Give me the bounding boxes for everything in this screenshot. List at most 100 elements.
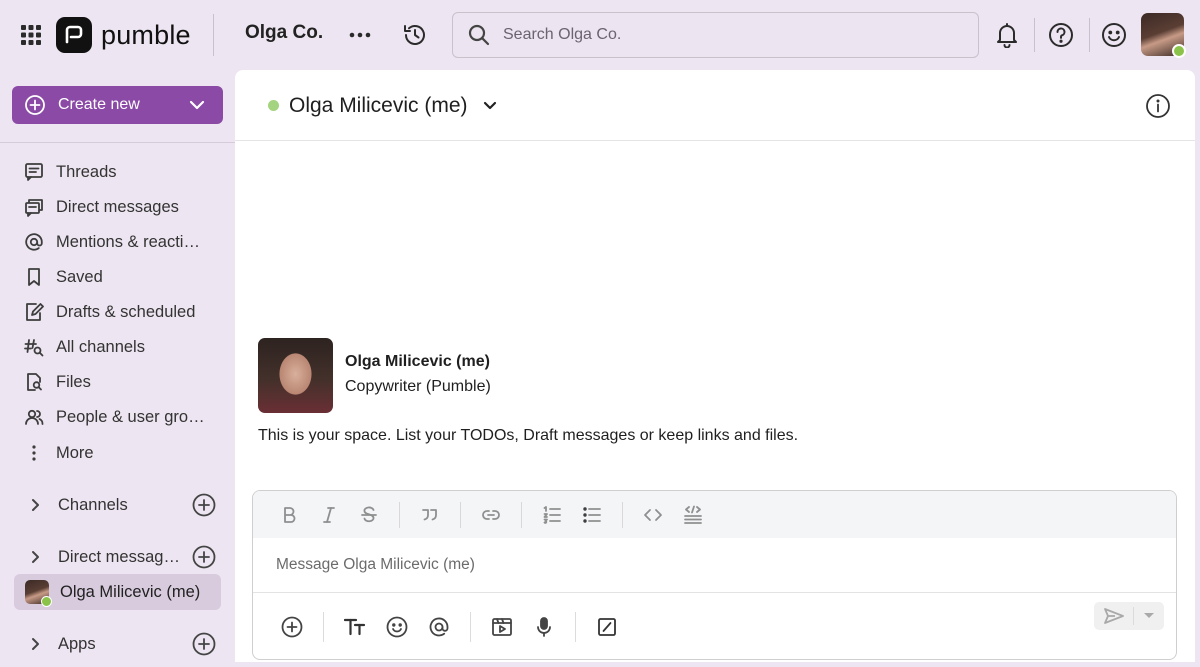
video-clip-icon[interactable] — [491, 616, 513, 638]
bookmark-icon — [24, 267, 44, 287]
code-icon[interactable] — [643, 505, 663, 525]
sidebar: Create new Threads Direct messages Menti… — [0, 70, 235, 667]
chevron-right-icon — [26, 636, 46, 652]
sidebar-item-label: Direct messages — [56, 197, 179, 216]
profile-photo[interactable] — [258, 338, 333, 413]
channel-view: Olga Milicevic (me) Olga Milicevic (me) … — [235, 70, 1195, 662]
profile-role: Copywriter (Pumble) — [345, 378, 491, 395]
workspace-name[interactable]: Olga Co. — [245, 22, 323, 44]
sidebar-item-label: All channels — [56, 337, 145, 356]
sidebar-item-saved[interactable]: Saved — [24, 262, 103, 292]
divider — [1034, 18, 1035, 52]
search-input[interactable] — [503, 26, 923, 44]
sidebar-item-label: More — [56, 443, 94, 462]
sidebar-item-label: Threads — [56, 162, 117, 181]
bullet-list-icon[interactable] — [582, 505, 602, 525]
sidebar-item-label: People & user gro… — [56, 407, 205, 426]
chevron-down-icon[interactable] — [189, 100, 205, 110]
message-composer — [252, 490, 1177, 660]
user-avatar[interactable] — [1141, 13, 1186, 58]
sidebar-item-dm-olga[interactable]: Olga Milicevic (me) — [14, 574, 221, 610]
message-input[interactable] — [276, 556, 1156, 574]
add-direct-message-icon[interactable] — [192, 545, 216, 569]
pumble-logo: pumble — [56, 16, 191, 54]
quote-icon[interactable] — [420, 505, 440, 525]
help-icon[interactable] — [1046, 20, 1076, 50]
sidebar-divider — [0, 142, 235, 143]
toolbar-divider — [575, 611, 576, 642]
online-status-dot — [41, 596, 52, 607]
send-button-group — [1094, 602, 1164, 630]
composer-actions — [253, 594, 1176, 659]
section-channels[interactable]: Channels — [26, 490, 216, 520]
app-name: pumble — [101, 19, 191, 50]
numbered-list-icon[interactable] — [542, 505, 562, 525]
sidebar-item-label: Files — [56, 372, 91, 391]
profile-name[interactable]: Olga Milicevic (me) — [345, 353, 490, 371]
sidebar-item-people[interactable]: People & user gro… — [24, 402, 205, 432]
toolbar-divider — [460, 501, 461, 528]
channel-intro-text: This is your space. List your TODOs, Dra… — [258, 427, 799, 444]
add-app-icon[interactable] — [192, 632, 216, 656]
text-format-icon[interactable] — [344, 616, 366, 638]
sidebar-item-direct-messages[interactable]: Direct messages — [24, 192, 179, 222]
sidebar-item-all-channels[interactable]: All channels — [24, 332, 145, 362]
sidebar-item-label: Drafts & scheduled — [56, 302, 196, 321]
section-label: Apps — [58, 634, 96, 653]
history-icon[interactable] — [400, 20, 430, 50]
italic-icon[interactable] — [319, 505, 339, 525]
create-new-button[interactable]: Create new — [12, 86, 223, 124]
bell-icon[interactable] — [993, 20, 1021, 50]
link-icon[interactable] — [481, 505, 501, 525]
sidebar-item-mentions[interactable]: Mentions & reacti… — [24, 227, 200, 257]
sidebar-item-label: Saved — [56, 267, 103, 286]
slash-command-icon[interactable] — [596, 616, 618, 638]
info-icon[interactable] — [1145, 93, 1171, 119]
smiley-icon[interactable] — [1099, 20, 1129, 50]
more-horizontal-icon[interactable] — [346, 22, 374, 48]
channel-header: Olga Milicevic (me) — [235, 70, 1195, 141]
mention-icon[interactable] — [428, 616, 450, 638]
direct-messages-icon — [24, 197, 44, 217]
sidebar-item-more[interactable]: More — [24, 438, 94, 468]
sidebar-item-files[interactable]: Files — [24, 367, 91, 397]
formatting-toolbar — [253, 491, 1176, 538]
code-block-icon[interactable] — [683, 505, 703, 525]
bold-icon[interactable] — [279, 505, 299, 525]
divider — [1089, 18, 1090, 52]
strikethrough-icon[interactable] — [359, 505, 379, 525]
draft-icon — [24, 302, 44, 322]
sidebar-item-label: Olga Milicevic (me) — [60, 582, 201, 601]
emoji-icon[interactable] — [386, 616, 408, 638]
apps-grid-icon[interactable] — [18, 22, 44, 48]
sidebar-item-drafts[interactable]: Drafts & scheduled — [24, 297, 195, 327]
chevron-down-icon[interactable] — [482, 100, 498, 112]
search-box[interactable] — [452, 12, 979, 58]
section-direct-messages[interactable]: Direct messag… — [26, 542, 216, 572]
chevron-right-icon — [26, 549, 46, 565]
at-icon — [24, 232, 44, 252]
search-icon — [467, 23, 491, 47]
file-search-icon — [24, 372, 44, 392]
send-options-icon[interactable] — [1134, 612, 1164, 620]
toolbar-divider — [323, 611, 324, 642]
toolbar-divider — [399, 501, 400, 528]
channel-title[interactable]: Olga Milicevic (me) — [289, 94, 468, 118]
add-channel-icon[interactable] — [192, 493, 216, 517]
microphone-icon[interactable] — [533, 616, 555, 638]
section-label: Direct messag… — [58, 547, 180, 566]
toolbar-divider — [470, 611, 471, 642]
chevron-right-icon — [26, 497, 46, 513]
create-new-label: Create new — [58, 96, 140, 113]
more-vertical-icon — [24, 443, 44, 463]
sidebar-item-threads[interactable]: Threads — [24, 157, 117, 187]
section-apps[interactable]: Apps — [26, 629, 216, 659]
plus-circle-icon[interactable] — [281, 616, 303, 638]
toolbar-divider — [521, 501, 522, 528]
sidebar-item-label: Mentions & reacti… — [56, 232, 200, 251]
send-icon[interactable] — [1094, 607, 1134, 625]
message-input-area[interactable] — [253, 538, 1176, 593]
pumble-logo-icon — [56, 17, 92, 53]
toolbar-divider — [622, 501, 623, 528]
section-label: Channels — [58, 495, 128, 514]
